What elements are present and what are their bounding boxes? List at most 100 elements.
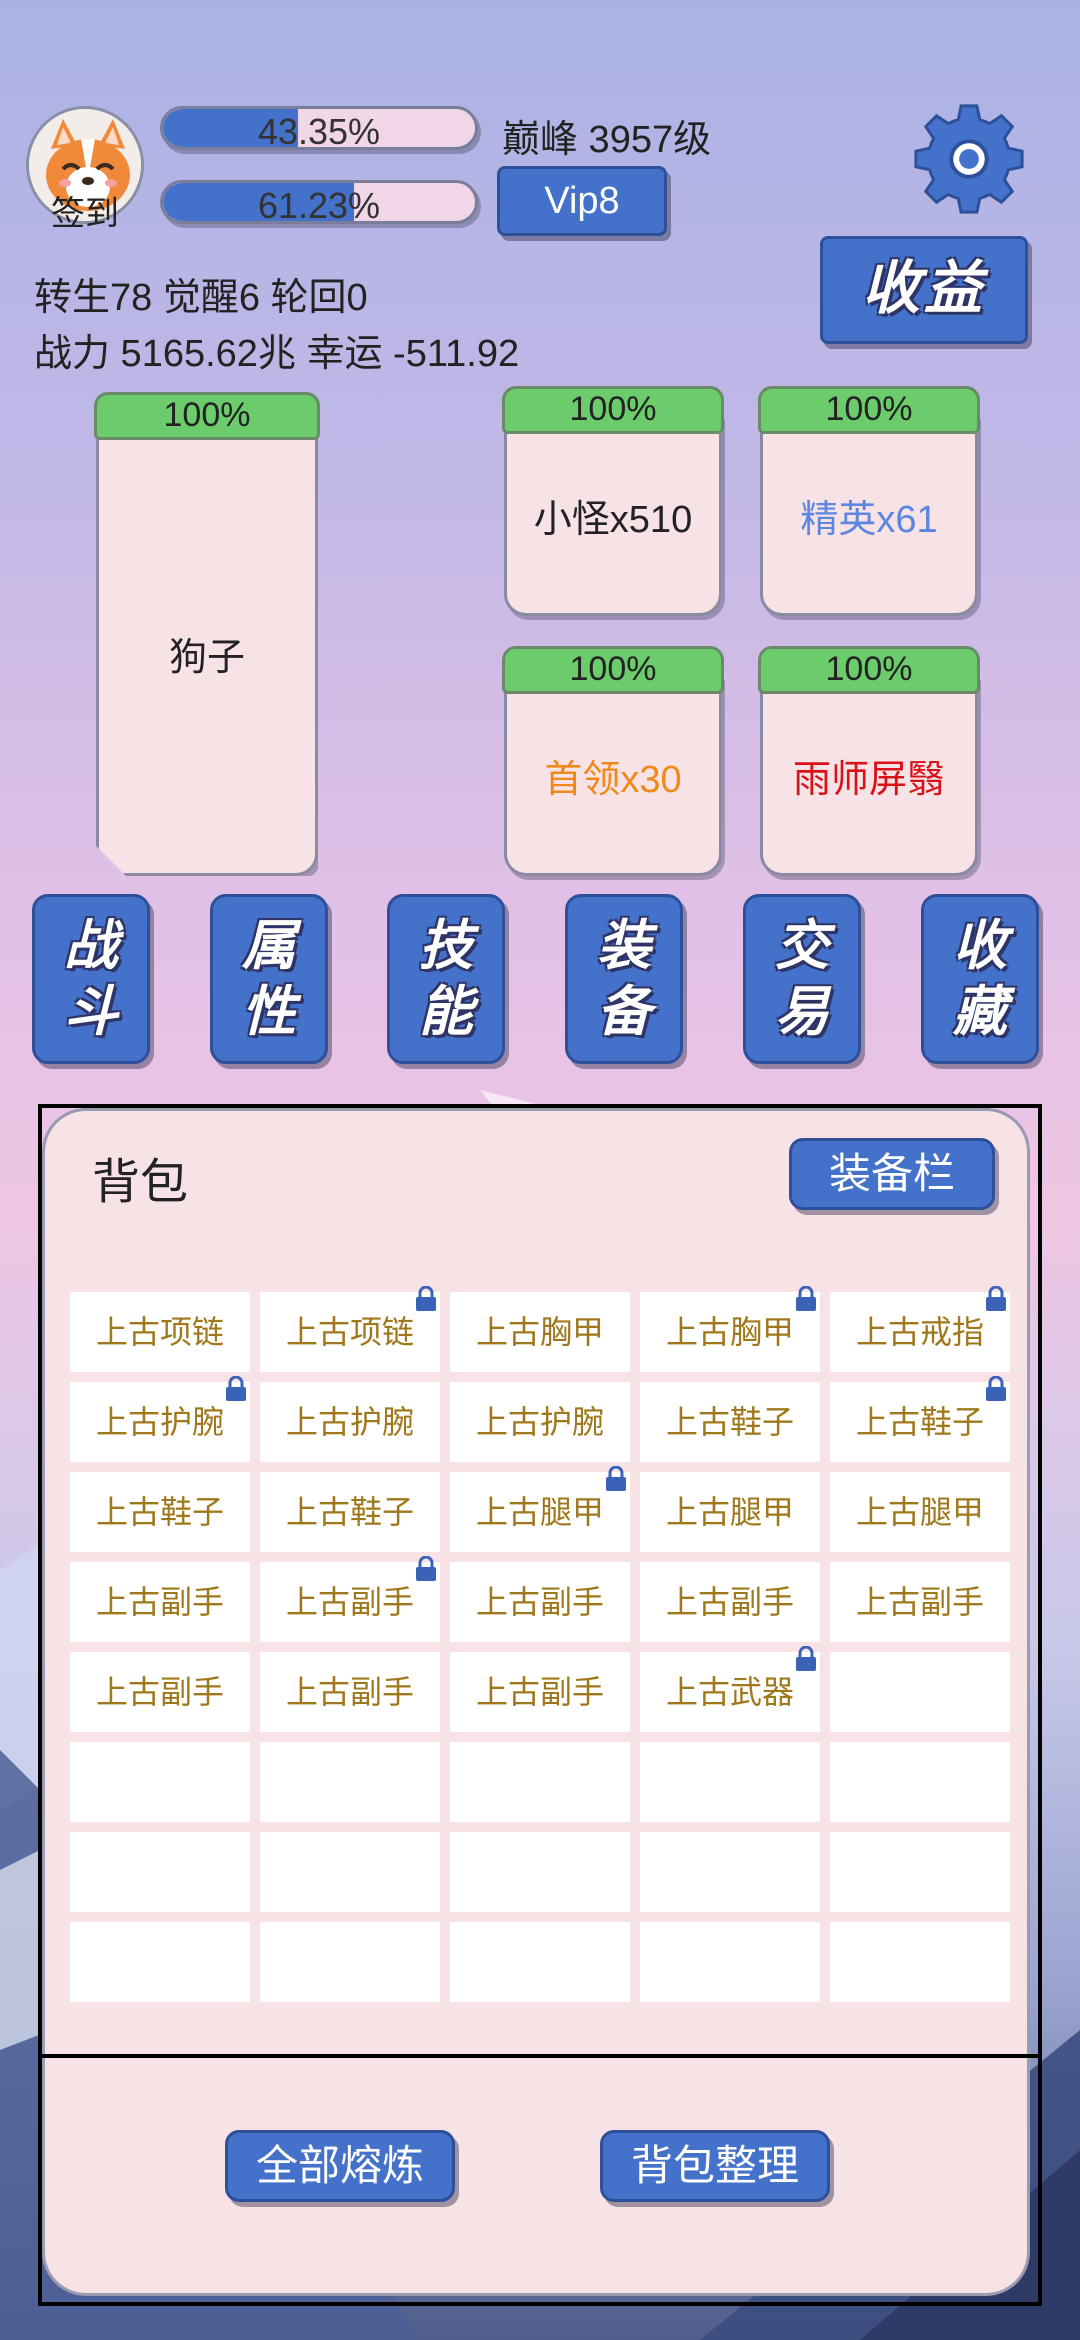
lock-icon: [986, 1376, 1006, 1401]
bag-item-name: 上古副手: [475, 1584, 604, 1620]
bag-item-name: 上古鞋子: [855, 1404, 984, 1440]
bag-item-name: 上古戒指: [855, 1314, 984, 1350]
bag-empty-slot[interactable]: [640, 1922, 820, 2002]
bag-empty-slot[interactable]: [70, 1742, 250, 1822]
lock-icon: [796, 1286, 816, 1311]
bag-item-name: 上古胸甲: [665, 1314, 794, 1350]
bag-item-name: 上古护腕: [285, 1404, 414, 1440]
lock-icon: [416, 1556, 436, 1581]
card-name: 精英x61: [800, 499, 938, 541]
bag-empty-slot[interactable]: [830, 1652, 1010, 1732]
bag-item-name: 上古腿甲: [665, 1494, 794, 1530]
lock-icon: [416, 1286, 436, 1311]
secondary-progress-bar: 61.23%: [160, 180, 478, 224]
bag-item-slot[interactable]: 上古护腕: [450, 1382, 630, 1462]
bag-item-name: 上古副手: [665, 1584, 794, 1620]
lock-icon: [796, 1646, 816, 1671]
bag-item-name: 上古胸甲: [475, 1314, 604, 1350]
bag-item-slot[interactable]: 上古项链: [70, 1292, 250, 1372]
nav-label-line2: 备: [597, 982, 651, 1042]
bag-empty-slot[interactable]: [260, 1922, 440, 2002]
bag-item-slot[interactable]: 上古鞋子: [830, 1376, 1010, 1462]
bag-item-slot[interactable]: 上古腿甲: [640, 1472, 820, 1552]
bag-item-slot[interactable]: 上古鞋子: [640, 1382, 820, 1462]
nav-label-line1: 属: [242, 916, 296, 976]
bag-empty-slot[interactable]: [640, 1832, 820, 1912]
bag-item-slot[interactable]: 上古项链: [260, 1286, 440, 1372]
nav-skills-button[interactable]: 技 能: [387, 894, 505, 1064]
card-progress-tab: 100%: [758, 386, 980, 434]
bag-item-slot[interactable]: 上古鞋子: [260, 1472, 440, 1552]
card-progress-tab: 100%: [502, 646, 724, 694]
bag-item-name: 上古鞋子: [285, 1494, 414, 1530]
bag-item-slot[interactable]: 上古胸甲: [450, 1292, 630, 1372]
bag-item-slot[interactable]: 上古武器: [640, 1646, 820, 1732]
card-progress-tab: 100%: [94, 392, 320, 440]
card-progress-tab: 100%: [758, 646, 980, 694]
nav-attributes-button[interactable]: 属 性: [210, 894, 328, 1064]
bag-item-slot[interactable]: 上古副手: [260, 1652, 440, 1732]
bag-empty-slot[interactable]: [260, 1742, 440, 1822]
peak-level: 巅峰 3957级: [502, 119, 712, 161]
nav-trade-button[interactable]: 交 易: [743, 894, 861, 1064]
bag-item-slot[interactable]: 上古副手: [830, 1562, 1010, 1642]
monster-card-boss[interactable]: 100% 首领x30: [502, 646, 724, 878]
bag-item-name: 上古护腕: [475, 1404, 604, 1440]
nav-label-line1: 收: [953, 916, 1007, 976]
bag-empty-slot[interactable]: [830, 1742, 1010, 1822]
sort-bag-button[interactable]: 背包整理: [600, 2130, 830, 2202]
bag-item-slot[interactable]: 上古副手: [70, 1562, 250, 1642]
bag-empty-slot[interactable]: [450, 1832, 630, 1912]
bag-item-slot[interactable]: 上古腿甲: [830, 1472, 1010, 1552]
rebirth-stats: 转生78 觉醒6 轮回0: [34, 277, 368, 319]
nav-battle-button[interactable]: 战 斗: [32, 894, 150, 1064]
exp-progress-text: 43.35%: [257, 111, 381, 150]
nav-label-line1: 技: [419, 916, 473, 976]
earnings-button[interactable]: 收益: [820, 236, 1028, 344]
bag-item-name: 上古武器: [665, 1674, 794, 1710]
monster-card-pet[interactable]: 100% 狗子: [94, 392, 320, 876]
bag-item-slot[interactable]: 上古鞋子: [70, 1472, 250, 1552]
settings-gear-icon[interactable]: [910, 100, 1028, 218]
lock-icon: [226, 1376, 246, 1401]
bag-item-name: 上古副手: [475, 1674, 604, 1710]
bag-item-slot[interactable]: 上古护腕: [70, 1376, 250, 1462]
bag-divider: [38, 2054, 1042, 2058]
equipment-slots-button[interactable]: 装备栏: [789, 1138, 995, 1210]
bag-item-slot[interactable]: 上古腿甲: [450, 1466, 630, 1552]
bag-item-name: 上古副手: [285, 1674, 414, 1710]
nav-collection-button[interactable]: 收 藏: [921, 894, 1039, 1064]
bag-empty-slot[interactable]: [260, 1832, 440, 1912]
bag-item-slot[interactable]: 上古戒指: [830, 1286, 1010, 1372]
bag-item-slot[interactable]: 上古副手: [70, 1652, 250, 1732]
nav-label-line2: 性: [242, 982, 296, 1042]
bag-empty-slot[interactable]: [640, 1742, 820, 1822]
bag-empty-slot[interactable]: [830, 1832, 1010, 1912]
bag-item-name: 上古项链: [285, 1314, 414, 1350]
nav-equipment-button[interactable]: 装 备: [565, 894, 683, 1064]
bag-item-slot[interactable]: 上古副手: [450, 1652, 630, 1732]
nav-label-line1: 交: [775, 916, 829, 976]
nav-label-line2: 藏: [953, 982, 1007, 1042]
monster-card-elite[interactable]: 100% 精英x61: [758, 386, 980, 618]
smelt-all-button[interactable]: 全部熔炼: [225, 2130, 455, 2202]
nav-label-line2: 易: [775, 982, 829, 1042]
bag-empty-slot[interactable]: [450, 1742, 630, 1822]
bag-item-slot[interactable]: 上古护腕: [260, 1382, 440, 1462]
bag-item-name: 上古护腕: [95, 1404, 224, 1440]
bag-empty-slot[interactable]: [70, 1832, 250, 1912]
bag-empty-slot[interactable]: [70, 1922, 250, 2002]
bag-item-slot[interactable]: 上古胸甲: [640, 1286, 820, 1372]
vip-button[interactable]: Vip8: [497, 166, 667, 236]
bag-item-name: 上古腿甲: [475, 1494, 604, 1530]
monster-card-minion[interactable]: 100% 小怪x510: [502, 386, 724, 618]
bag-item-name: 上古副手: [855, 1584, 984, 1620]
bag-empty-slot[interactable]: [830, 1922, 1010, 2002]
bag-item-slot[interactable]: 上古副手: [450, 1562, 630, 1642]
bag-empty-slot[interactable]: [450, 1922, 630, 2002]
bag-item-slot[interactable]: 上古副手: [260, 1556, 440, 1642]
power-luck-stats: 战力 5165.62兆 幸运 -511.92: [34, 333, 520, 375]
bag-item-slot[interactable]: 上古副手: [640, 1562, 820, 1642]
monster-card-named-boss[interactable]: 100% 雨师屏翳: [758, 646, 980, 878]
bag-item-name: 上古副手: [95, 1584, 224, 1620]
